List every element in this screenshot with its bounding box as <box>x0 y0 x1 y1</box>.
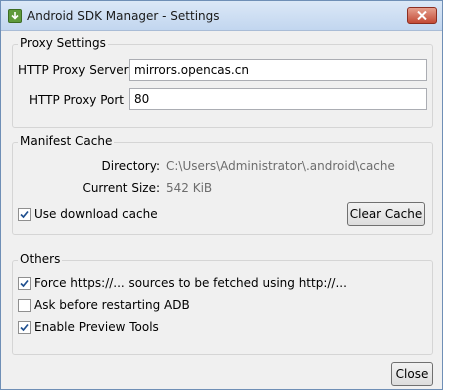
settings-window: Android SDK Manager - Settings Proxy Set… <box>0 0 443 390</box>
current-size-label: Current Size: <box>82 181 160 195</box>
manifest-cache-legend: Manifest Cache <box>18 134 115 148</box>
checkmark-icon <box>20 279 29 288</box>
enable-preview-tools-label[interactable]: Enable Preview Tools <box>34 320 159 334</box>
force-http-checkbox[interactable] <box>18 277 31 290</box>
clear-cache-button[interactable]: Clear Cache <box>347 202 425 226</box>
force-http-label[interactable]: Force https://... sources to be fetched … <box>34 276 347 290</box>
title-bar[interactable]: Android SDK Manager - Settings <box>1 1 442 31</box>
use-download-cache-label[interactable]: Use download cache <box>34 207 158 221</box>
manifest-cache-group: Manifest Cache Directory: C:\Users\Admin… <box>12 134 433 235</box>
ask-restart-adb-checkbox[interactable] <box>18 299 31 312</box>
current-size-value: 542 KiB <box>166 181 213 195</box>
checkmark-icon <box>20 210 29 219</box>
http-proxy-server-label: HTTP Proxy Server <box>18 63 129 77</box>
proxy-settings-legend: Proxy Settings <box>18 36 108 50</box>
http-proxy-server-input[interactable] <box>129 59 427 81</box>
checkmark-icon <box>20 323 29 332</box>
proxy-settings-group: Proxy Settings HTTP Proxy Server HTTP Pr… <box>12 36 433 128</box>
android-download-icon <box>8 9 22 23</box>
directory-value: C:\Users\Administrator\.android\cache <box>166 159 395 173</box>
directory-label: Directory: <box>101 159 160 173</box>
window-title: Android SDK Manager - Settings <box>27 9 220 23</box>
others-group: Others Force https://... sources to be f… <box>12 252 433 355</box>
use-download-cache-checkbox[interactable] <box>18 208 31 221</box>
close-icon[interactable] <box>407 7 437 24</box>
http-proxy-port-input[interactable] <box>129 88 427 110</box>
http-proxy-port-label: HTTP Proxy Port <box>29 93 124 107</box>
ask-restart-adb-label[interactable]: Ask before restarting ADB <box>34 298 190 312</box>
others-legend: Others <box>18 252 63 266</box>
close-button[interactable]: Close <box>391 362 433 386</box>
enable-preview-tools-checkbox[interactable] <box>18 321 31 334</box>
